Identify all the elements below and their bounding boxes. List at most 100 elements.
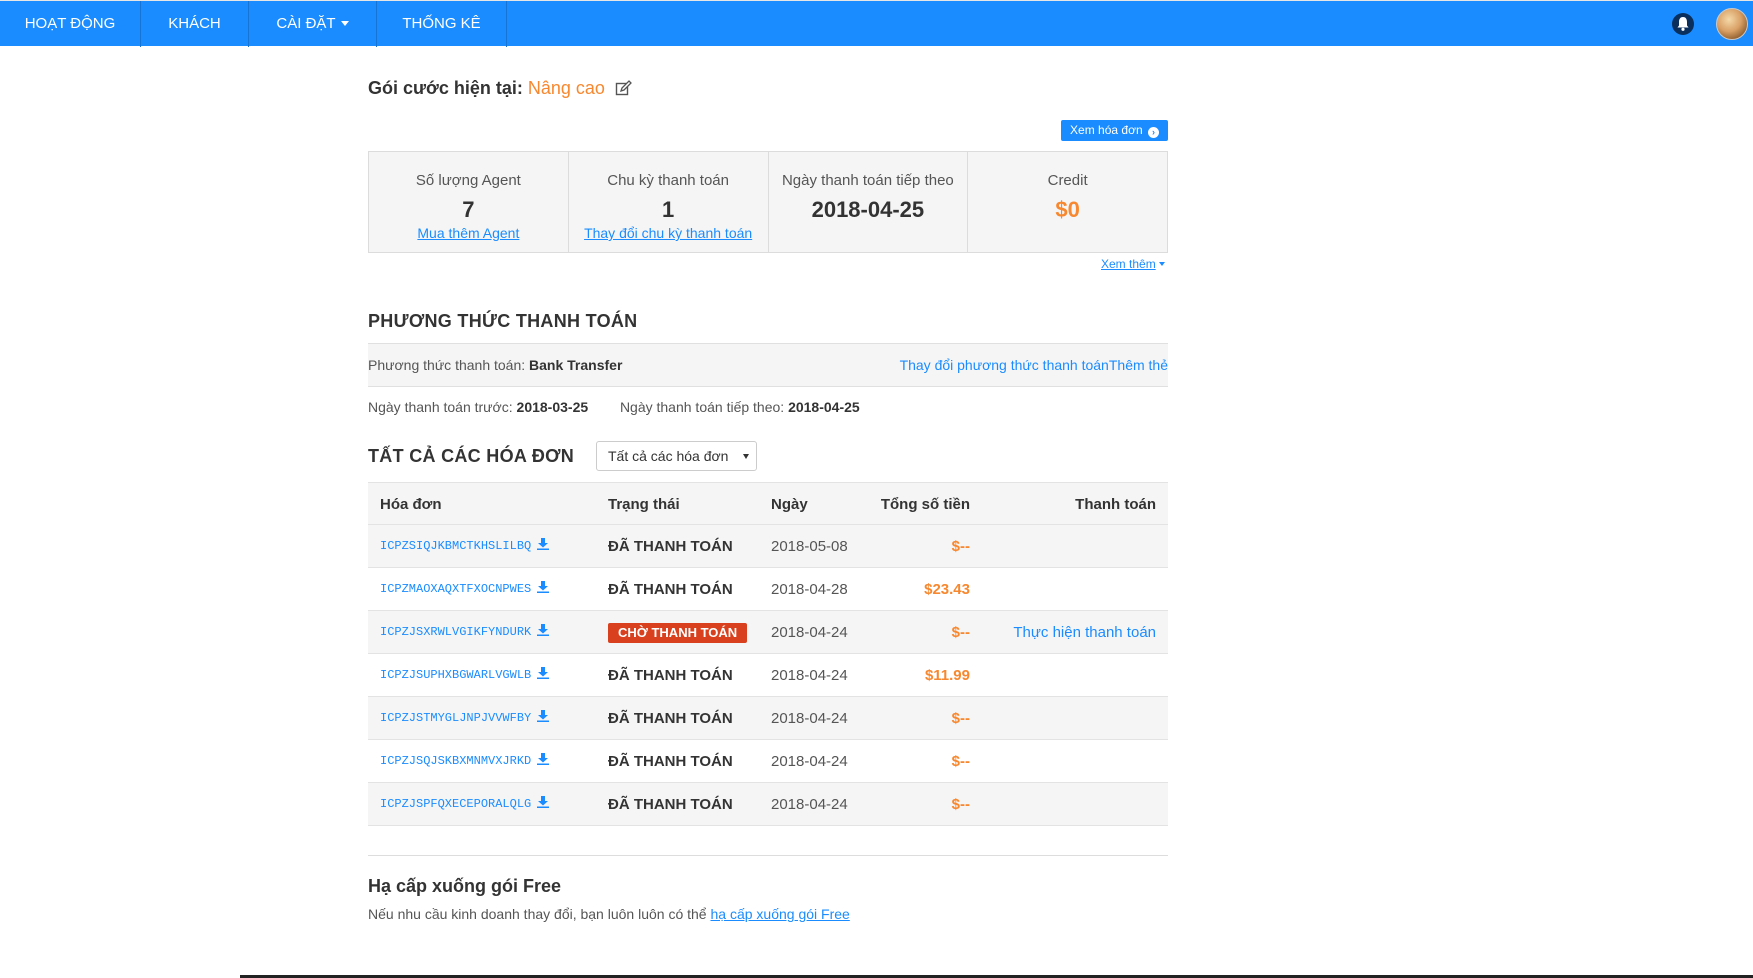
stat-value: 7 xyxy=(462,197,475,222)
invoice-id[interactable]: ICPZJSQJSKBXMNMVXJRKD xyxy=(380,754,531,768)
status-badge: CHỜ THANH TOÁN xyxy=(608,623,748,643)
column-header-date: Ngày xyxy=(771,496,808,513)
invoice-id[interactable]: ICPZSIQJKBMCTKHSLILBQ xyxy=(380,539,531,553)
invoice-id[interactable]: ICPZJSPFQXECEPORALQLG xyxy=(380,797,531,811)
edit-icon[interactable] xyxy=(615,80,632,97)
column-header-payment: Thanh toán xyxy=(1075,496,1156,513)
nav-activity-label: HOẠT ĐỘNG xyxy=(24,15,116,32)
current-plan-label: Gói cước hiện tại: xyxy=(368,78,523,98)
invoice-total: $-- xyxy=(951,710,970,727)
table-row: ICPZSIQJKBMCTKHSLILBQ ĐÃ THANH TOÁN 2018… xyxy=(368,525,1168,568)
stat-label: Số lượng Agent xyxy=(415,172,521,189)
section-divider xyxy=(368,855,1168,856)
status-cell: CHỜ THANH TOÁN xyxy=(608,611,748,654)
invoice-id-cell[interactable]: ICPZJSUPHXBGWARLVGWLB xyxy=(380,654,550,697)
table-row: ICPZJSXRWLVGIKFYNDURK CHỜ THANH TOÁN 201… xyxy=(368,611,1168,654)
status-text: ĐÃ THANH TOÁN xyxy=(608,753,733,770)
previous-payment-date: 2018-03-25 xyxy=(516,399,589,415)
download-icon[interactable] xyxy=(537,796,550,808)
make-payment-link[interactable]: Thực hiện thanh toán xyxy=(1013,624,1156,641)
invoice-id[interactable]: ICPZJSUPHXBGWARLVGWLB xyxy=(380,668,531,682)
invoice-total: $11.99 xyxy=(924,667,970,684)
column-header-invoice: Hóa đơn xyxy=(380,496,442,513)
payment-method-actions: Thay đổi phương thức thanh toánThêm thẻ xyxy=(900,357,1168,373)
table-row: ICPZJSTMYGLJNPJVVWFBY ĐÃ THANH TOÁN 2018… xyxy=(368,697,1168,740)
invoice-total: $-- xyxy=(951,538,970,555)
downgrade-text: Nếu nhu cầu kinh doanh thay đổi, bạn luô… xyxy=(368,906,707,922)
invoice-id[interactable]: ICPZJSXRWLVGIKFYNDURK xyxy=(380,625,531,639)
stat-value: 1 xyxy=(662,197,675,222)
next-payment-label: Ngày thanh toán tiếp theo: xyxy=(619,399,785,415)
change-payment-method-link[interactable]: Thay đổi phương thức thanh toán xyxy=(900,357,1109,373)
nav-activity[interactable]: HOẠT ĐỘNG xyxy=(0,1,141,47)
payment-action-cell: Thực hiện thanh toán xyxy=(1013,611,1156,654)
view-invoices-label: Xem hóa đơn xyxy=(1070,123,1143,137)
download-icon[interactable] xyxy=(537,710,550,722)
current-plan-name: Nâng cao xyxy=(527,78,605,98)
user-avatar[interactable] xyxy=(1716,8,1748,40)
column-header-status: Trạng thái xyxy=(608,496,680,513)
invoice-id-cell[interactable]: ICPZJSTMYGLJNPJVVWFBY xyxy=(380,697,550,740)
plan-stats-panel: Số lượng Agent 7 Mua thêm Agent Chu kỳ t… xyxy=(368,151,1168,253)
payment-dates: Ngày thanh toán trước: 2018-03-25 Ngày t… xyxy=(368,399,860,415)
chevron-down-icon xyxy=(340,21,349,26)
download-icon[interactable] xyxy=(537,538,550,550)
nav-settings[interactable]: CÀI ĐẶT xyxy=(249,1,377,47)
status-text: ĐÃ THANH TOÁN xyxy=(608,796,733,813)
caret-down-icon xyxy=(1158,262,1165,266)
payment-method-value: Bank Transfer xyxy=(529,357,623,373)
status-text: ĐÃ THANH TOÁN xyxy=(608,667,733,684)
payment-method-label: Phương thức thanh toán: xyxy=(368,357,526,373)
stat-value: $0 xyxy=(1055,197,1080,222)
invoices-heading: TẤT CẢ CÁC HÓA ĐƠN xyxy=(368,446,575,466)
table-row: ICPZMAOXAQXTFXOCNPWES ĐÃ THANH TOÁN 2018… xyxy=(368,568,1168,611)
invoice-filter-value: Tất cả các hóa đơn xyxy=(608,448,729,464)
previous-payment-label: Ngày thanh toán trước: xyxy=(368,399,513,415)
stat-label: Credit xyxy=(1047,172,1088,189)
column-header-total: Tổng số tiền xyxy=(880,496,970,513)
table-row: ICPZJSUPHXBGWARLVGWLB ĐÃ THANH TOÁN 2018… xyxy=(368,654,1168,697)
see-more-link[interactable]: Xem thêm xyxy=(1101,257,1165,271)
nav-statistics-label: THỐNG KÊ xyxy=(402,15,481,32)
add-card-link[interactable]: Thêm thẻ xyxy=(1109,357,1168,373)
invoice-id[interactable]: ICPZJSTMYGLJNPJVVWFBY xyxy=(380,711,531,725)
buy-more-agents-link[interactable]: Mua thêm Agent xyxy=(369,225,568,241)
table-row: ICPZJSPFQXECEPORALQLG ĐÃ THANH TOÁN 2018… xyxy=(368,783,1168,826)
invoice-total: $23.43 xyxy=(924,581,970,598)
payment-method-info: Phương thức thanh toán: Bank Transfer xyxy=(368,357,622,373)
download-icon[interactable] xyxy=(537,667,550,679)
see-more-label: Xem thêm xyxy=(1101,257,1156,271)
change-billing-cycle-link[interactable]: Thay đổi chu kỳ thanh toán xyxy=(569,225,768,241)
stat-next-payment-date: Ngày thanh toán tiếp theo 2018-04-25 xyxy=(769,152,969,252)
stat-label: Ngày thanh toán tiếp theo xyxy=(781,172,954,189)
downgrade-link[interactable]: hạ cấp xuống gói Free xyxy=(710,906,849,922)
invoice-id-cell[interactable]: ICPZMAOXAQXTFXOCNPWES xyxy=(380,568,550,611)
stat-credit: Credit $0 xyxy=(968,152,1167,252)
invoice-total: $-- xyxy=(951,624,970,641)
dropdown-arrow-icon xyxy=(743,454,749,459)
download-icon[interactable] xyxy=(537,753,550,765)
download-icon[interactable] xyxy=(537,624,550,636)
status-text: ĐÃ THANH TOÁN xyxy=(608,710,733,727)
invoices-table: Hóa đơn Trạng thái Ngày Tổng số tiền Tha… xyxy=(368,482,1168,826)
downgrade-heading: Hạ cấp xuống gói Free xyxy=(368,876,562,896)
nav-settings-label: CÀI ĐẶT xyxy=(276,15,336,32)
bell-icon[interactable] xyxy=(1672,13,1694,35)
invoice-id[interactable]: ICPZMAOXAQXTFXOCNPWES xyxy=(380,582,531,596)
view-invoices-button[interactable]: Xem hóa đơn › xyxy=(1061,120,1168,141)
invoice-id-cell[interactable]: ICPZJSQJSKBXMNMVXJRKD xyxy=(380,740,550,783)
invoice-filter-select[interactable]: Tất cả các hóa đơn xyxy=(596,441,757,471)
invoice-id-cell[interactable]: ICPZSIQJKBMCTKHSLILBQ xyxy=(380,525,550,568)
stat-billing-cycle: Chu kỳ thanh toán 1 Thay đổi chu kỳ than… xyxy=(569,152,769,252)
stat-label: Chu kỳ thanh toán xyxy=(607,172,729,189)
invoice-id-cell[interactable]: ICPZJSXRWLVGIKFYNDURK xyxy=(380,611,550,654)
invoice-total: $-- xyxy=(951,753,970,770)
download-icon[interactable] xyxy=(537,581,550,593)
invoice-id-cell[interactable]: ICPZJSPFQXECEPORALQLG xyxy=(380,783,550,826)
nav-customers[interactable]: KHÁCH xyxy=(141,1,249,47)
nav-statistics[interactable]: THỐNG KÊ xyxy=(377,1,507,47)
arrow-right-icon: › xyxy=(1147,127,1159,138)
payment-method-heading: PHƯƠNG THỨC THANH TOÁN xyxy=(368,311,638,331)
stat-agent-count: Số lượng Agent 7 Mua thêm Agent xyxy=(369,152,569,252)
table-header-row: Hóa đơn Trạng thái Ngày Tổng số tiền Tha… xyxy=(368,482,1168,525)
